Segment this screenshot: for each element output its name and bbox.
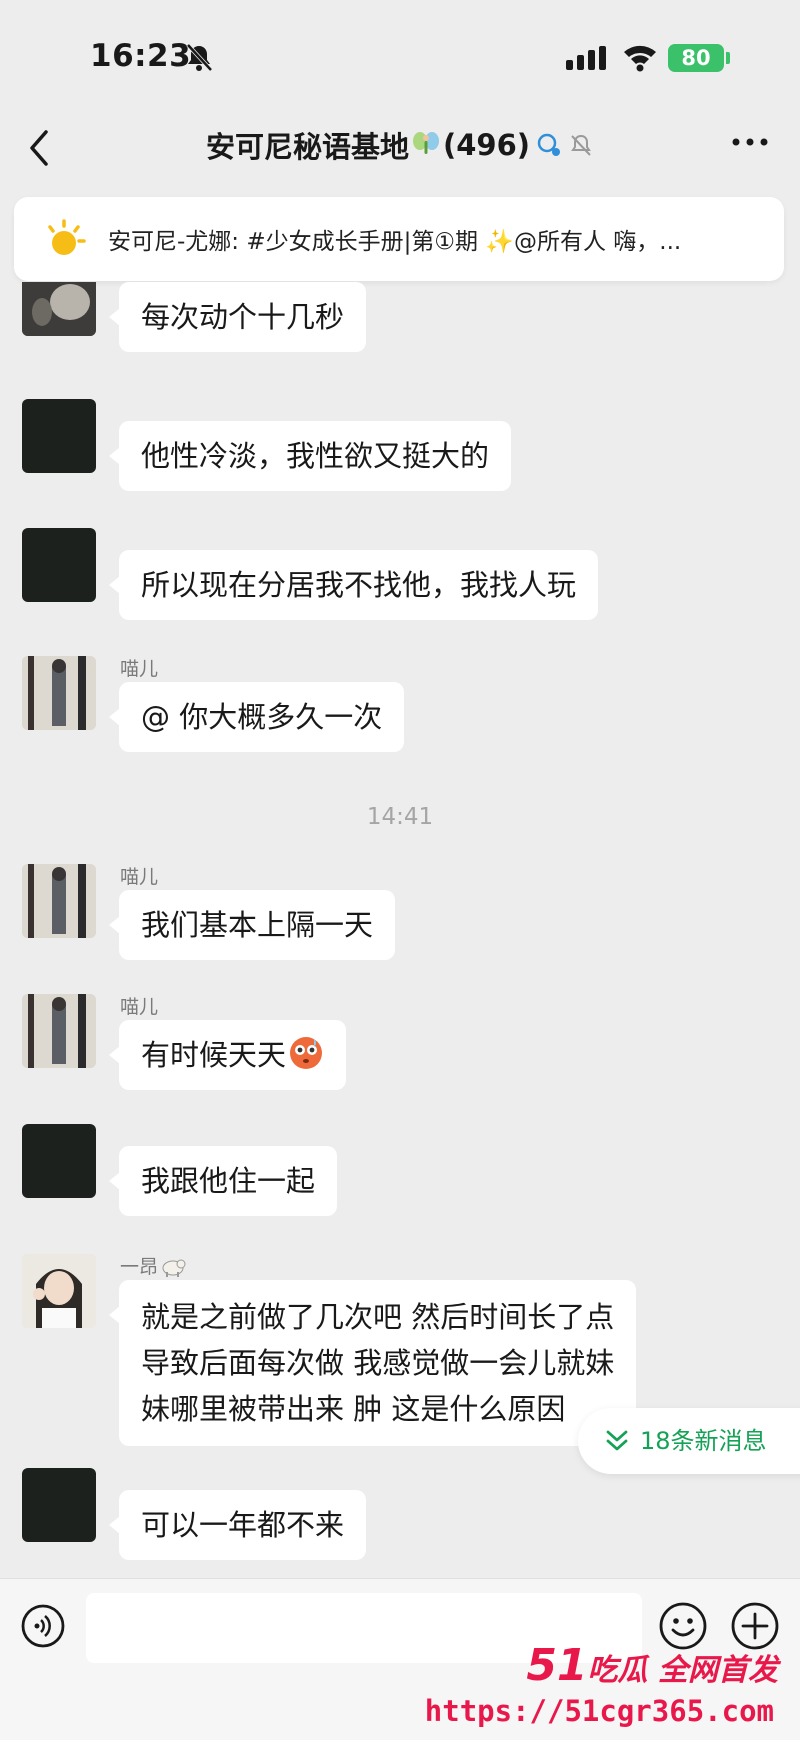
watermark-brand: 51吃瓜 全网首发 — [526, 1640, 778, 1691]
avatar[interactable] — [22, 399, 96, 473]
message-bubble[interactable]: 所以现在分居我不找他，我找人玩 — [108, 550, 599, 620]
watermark-url: https://51cgr365.com — [424, 1694, 774, 1728]
message-line: 就是之前做了几次吧 然后时间长了点 — [141, 1300, 615, 1334]
chevron-down-icon — [606, 1430, 628, 1451]
sender-name: 一昂 — [120, 1252, 186, 1279]
message-bubble[interactable]: 我们基本上隔一天 — [108, 890, 396, 960]
message-text: 有时候天天 — [141, 1038, 287, 1072]
avatar[interactable] — [22, 1468, 96, 1542]
message-line: 导致后面每次做 我感觉做一会儿就妹 — [141, 1346, 615, 1380]
avatar[interactable] — [22, 1124, 96, 1198]
chat-header: 安可尼秘语基地 (496) — [0, 110, 800, 186]
message-bubble[interactable]: @ 你大概多久一次 — [108, 682, 405, 752]
bell-off-icon — [186, 43, 213, 72]
message-bubble[interactable]: 他性冷淡，我性欲又挺大的 — [108, 421, 512, 491]
message-bubble[interactable]: 可以一年都不来 — [108, 1490, 367, 1560]
group-announcement[interactable]: 安可尼-尤娜: #少女成长手册|第①期 ✨@所有人 嗨，... — [14, 197, 784, 281]
message-bubble[interactable]: 每次动个十几秒 — [108, 282, 367, 352]
new-messages-button[interactable]: 18条新消息 — [578, 1408, 800, 1474]
signal-icon — [566, 46, 606, 70]
status-bar: 16:23 80 — [0, 0, 800, 110]
voice-icon[interactable] — [20, 1603, 66, 1649]
chat-title: 安可尼秘语基地 (496) — [0, 124, 800, 166]
timestamp: 14:41 — [366, 804, 434, 830]
new-messages-label: 18条新消息 — [640, 1427, 767, 1455]
avatar[interactable] — [22, 656, 96, 730]
watermark: 51吃瓜 全网首发 https://51cgr365.com — [425, 1640, 788, 1735]
goat-icon — [162, 1259, 186, 1277]
sun-icon — [48, 219, 86, 255]
wifi-icon — [624, 45, 656, 72]
avatar[interactable] — [22, 994, 96, 1068]
group-name: 安可尼秘语基地 — [205, 130, 409, 164]
avatar[interactable] — [22, 1254, 96, 1328]
mute-icon — [571, 134, 591, 156]
battery-indicator: 80 — [668, 44, 724, 72]
message-line: 妹哪里被带出来 肿 这是什么原因 — [141, 1392, 566, 1426]
message-bubble[interactable]: 就是之前做了几次吧 然后时间长了点 导致后面每次做 我感觉做一会儿就妹 妹哪里被… — [108, 1280, 637, 1446]
group-icon — [537, 133, 561, 156]
flushed-emoji-icon — [290, 1037, 323, 1069]
sender-name: 喵儿 — [120, 866, 159, 888]
chat-area[interactable]: 每次动个十几秒 他性冷淡，我性欲又挺大的 所以现在分居我不找他，我找人玩 喵儿 … — [0, 282, 800, 1578]
battery-tip — [726, 52, 730, 64]
avatar[interactable] — [22, 282, 96, 336]
avatar[interactable] — [22, 528, 96, 602]
member-count: (496) — [442, 128, 531, 162]
sender-name: 喵儿 — [120, 658, 159, 680]
message-bubble[interactable]: 我跟他住一起 — [108, 1146, 338, 1216]
avatar[interactable] — [22, 864, 96, 938]
fairy-icon — [412, 132, 439, 154]
more-icon[interactable] — [730, 136, 770, 148]
announcement-text: 安可尼-尤娜: #少女成长手册|第①期 ✨@所有人 嗨，... — [108, 229, 682, 255]
sender-name: 喵儿 — [120, 996, 159, 1018]
message-bubble[interactable]: 有时候天天 — [108, 1020, 347, 1090]
status-time: 16:23 — [90, 38, 192, 74]
